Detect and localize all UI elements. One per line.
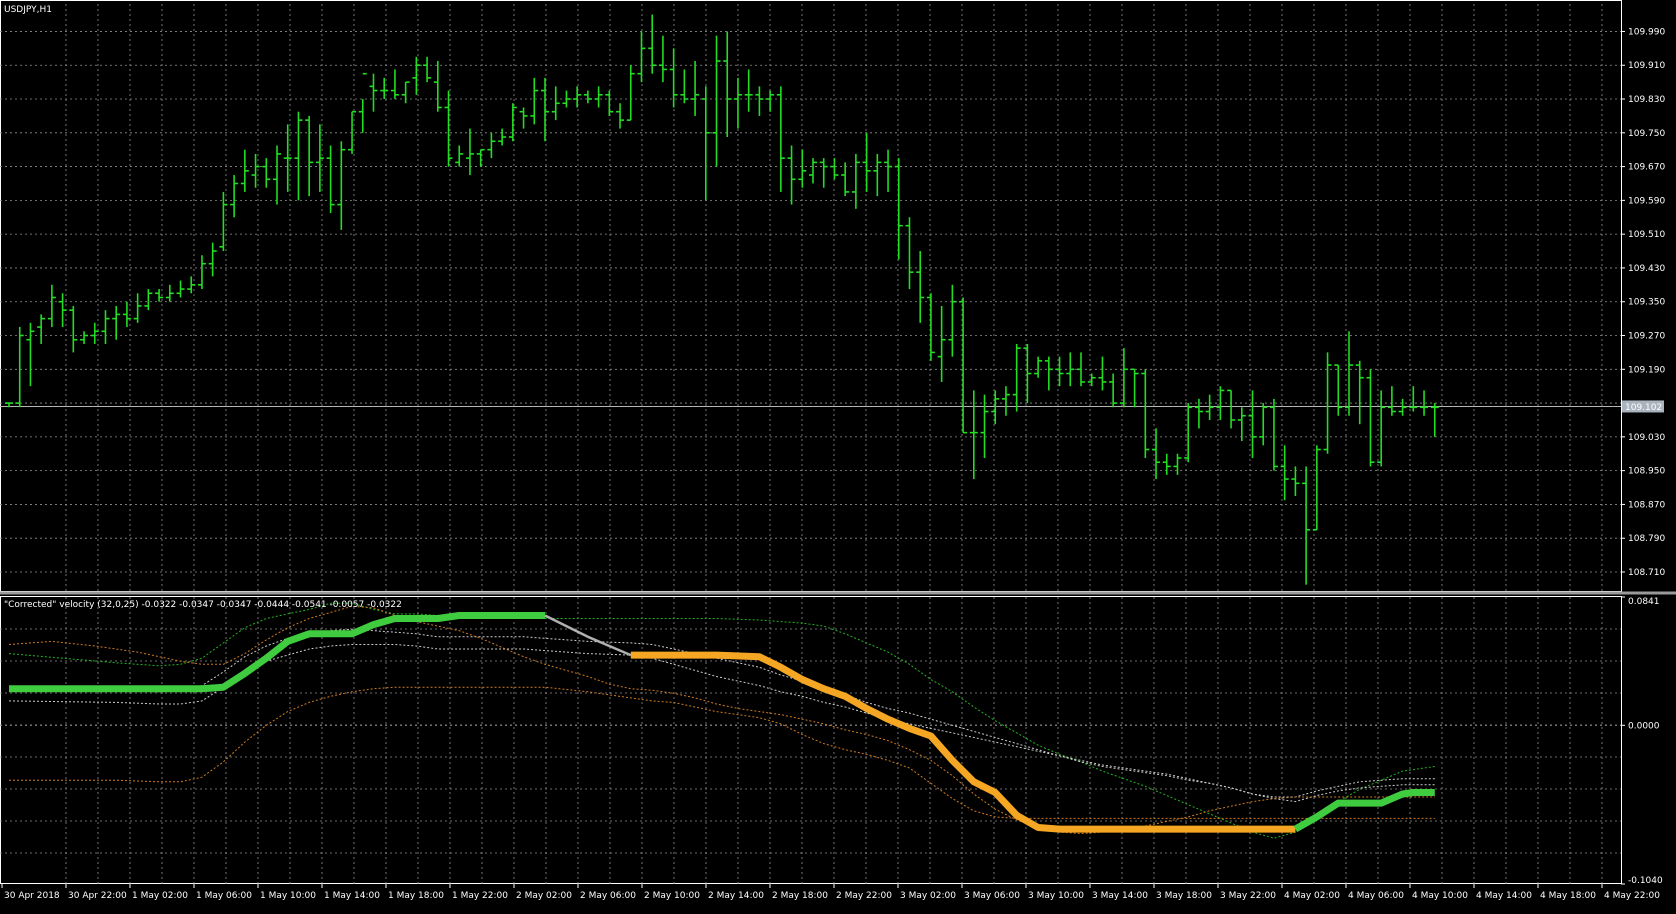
time-tick-label: 4 May 14:00 bbox=[1476, 891, 1532, 901]
time-tick-label: 4 May 18:00 bbox=[1540, 891, 1596, 901]
time-tick-label: 4 May 02:00 bbox=[1284, 891, 1340, 901]
price-tick-label: 109.190 bbox=[1628, 365, 1665, 375]
price-tick-label: 109.030 bbox=[1628, 433, 1665, 443]
time-tick-label: 2 May 10:00 bbox=[644, 891, 700, 901]
time-tick-label: 1 May 18:00 bbox=[388, 891, 444, 901]
price-tick-label: 109.670 bbox=[1628, 163, 1665, 173]
time-tick-label: 1 May 10:00 bbox=[260, 891, 316, 901]
price-tick-label: 109.510 bbox=[1628, 230, 1665, 240]
time-tick-label: 1 May 22:00 bbox=[452, 891, 508, 901]
time-tick-label: 2 May 22:00 bbox=[836, 891, 892, 901]
symbol-label: USDJPY,H1 bbox=[4, 5, 52, 15]
current-price-label: 109.102 bbox=[1625, 403, 1662, 413]
price-tick-label: 108.870 bbox=[1628, 500, 1665, 510]
price-tick-label: 109.590 bbox=[1628, 196, 1665, 206]
time-tick-label: 3 May 06:00 bbox=[964, 891, 1020, 901]
chart-canvas: 109.990 109.910 109.830 109.750 109.670 109.5… bbox=[0, 0, 1676, 910]
time-tick-label: 2 May 14:00 bbox=[708, 891, 764, 901]
time-tick-label: 1 May 02:00 bbox=[132, 891, 188, 901]
time-tick-label: 3 May 10:00 bbox=[1028, 891, 1084, 901]
time-tick-label: 2 May 02:00 bbox=[516, 891, 572, 901]
price-tick-label: 108.950 bbox=[1628, 467, 1665, 477]
price-tick-label: 109.350 bbox=[1628, 298, 1665, 308]
price-tick-label: 108.710 bbox=[1628, 568, 1665, 578]
time-tick-label: 4 May 10:00 bbox=[1412, 891, 1468, 901]
price-tick-label: 109.430 bbox=[1628, 264, 1665, 274]
price-tick-label: 109.830 bbox=[1628, 95, 1665, 105]
time-tick-label: 4 May 06:00 bbox=[1348, 891, 1404, 901]
time-tick-label: 1 May 14:00 bbox=[324, 891, 380, 901]
price-tick-label: 109.910 bbox=[1628, 61, 1665, 71]
price-tick-label: 109.270 bbox=[1628, 332, 1665, 342]
time-tick-label: 3 May 14:00 bbox=[1092, 891, 1148, 901]
time-tick-label: 4 May 22:00 bbox=[1604, 891, 1660, 901]
time-tick-label: 3 May 22:00 bbox=[1220, 891, 1276, 901]
time-tick-label: 30 Apr 22:00 bbox=[68, 891, 127, 901]
time-tick-label: 3 May 18:00 bbox=[1156, 891, 1212, 901]
time-tick-label: 2 May 06:00 bbox=[580, 891, 636, 901]
chart-window: 109.990 109.910 109.830 109.750 109.670 109.5… bbox=[0, 0, 1676, 910]
indicator-tick-label: 0.0841 bbox=[1628, 597, 1660, 607]
time-tick-label: 2 May 18:00 bbox=[772, 891, 828, 901]
price-tick-label: 109.990 bbox=[1628, 27, 1665, 37]
time-tick-label: 1 May 06:00 bbox=[196, 891, 252, 901]
indicator-tick-label: 0.0000 bbox=[1628, 721, 1660, 731]
indicator-label: "Corrected" velocity (32,0,25) -0.0322 -… bbox=[4, 600, 402, 610]
indicator-tick-label: -0.1040 bbox=[1628, 876, 1663, 886]
time-tick-label: 3 May 02:00 bbox=[900, 891, 956, 901]
price-tick-label: 108.790 bbox=[1628, 534, 1665, 544]
time-tick-label: 30 Apr 2018 bbox=[4, 891, 60, 901]
price-tick-label: 109.750 bbox=[1628, 129, 1665, 139]
